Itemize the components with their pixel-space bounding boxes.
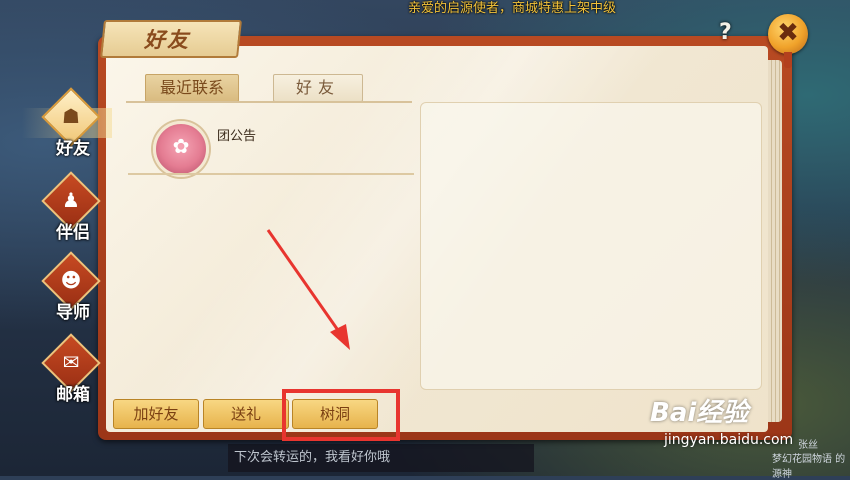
annotation-highlight-box <box>282 389 400 441</box>
add-friend-button[interactable]: 加好友 <box>113 399 199 429</box>
window-title: 好友 <box>144 28 190 52</box>
gift-button[interactable]: 送礼 <box>203 399 289 429</box>
partner-icon: ♟ <box>62 188 80 212</box>
sidebar-item-friends[interactable]: ☗ 好友 <box>22 87 112 159</box>
flower-icon: ✿ <box>172 134 190 158</box>
sidebar-item-mentor[interactable]: ☻ 导师 <box>40 251 101 323</box>
mail-icon: ✉ <box>62 350 80 374</box>
friend-icon: ☗ <box>62 104 80 128</box>
tab-friends[interactable]: 好友 <box>273 74 363 102</box>
tab-divider <box>126 101 412 103</box>
sidebar-item-label: 好友 <box>56 139 90 159</box>
help-icon[interactable]: ? <box>719 20 732 45</box>
chat-panel[interactable] <box>420 102 762 390</box>
sidebar-item-partner[interactable]: ♟ 伴侣 <box>40 171 101 243</box>
annotation-arrow-icon <box>266 229 350 350</box>
close-icon[interactable]: ✖ <box>768 14 808 54</box>
chat-bar[interactable]: 下次会转运的，我看好你哦 <box>228 444 534 472</box>
sidebar-item-label: 伴侣 <box>56 223 90 243</box>
mentor-icon: ☻ <box>60 268 82 292</box>
watermark-url: jingyan.baidu.com <box>664 432 794 448</box>
sidebar-item-label: 导师 <box>56 303 90 323</box>
sidebar-item-mail[interactable]: ✉ 邮箱 <box>40 333 101 405</box>
close-tassel <box>784 52 792 68</box>
contact-name: 团公告 <box>217 129 257 144</box>
watermark-logo: Bai经验 <box>650 398 749 428</box>
tab-recent-contacts[interactable]: 最近联系 <box>145 74 239 102</box>
system-notice: 亲爱的启源使者，商城特惠上架中级 <box>408 1 617 16</box>
contact-divider <box>128 173 414 175</box>
watermark-side-text: 张丝 <box>798 440 818 451</box>
sidebar-item-label: 邮箱 <box>56 385 90 405</box>
